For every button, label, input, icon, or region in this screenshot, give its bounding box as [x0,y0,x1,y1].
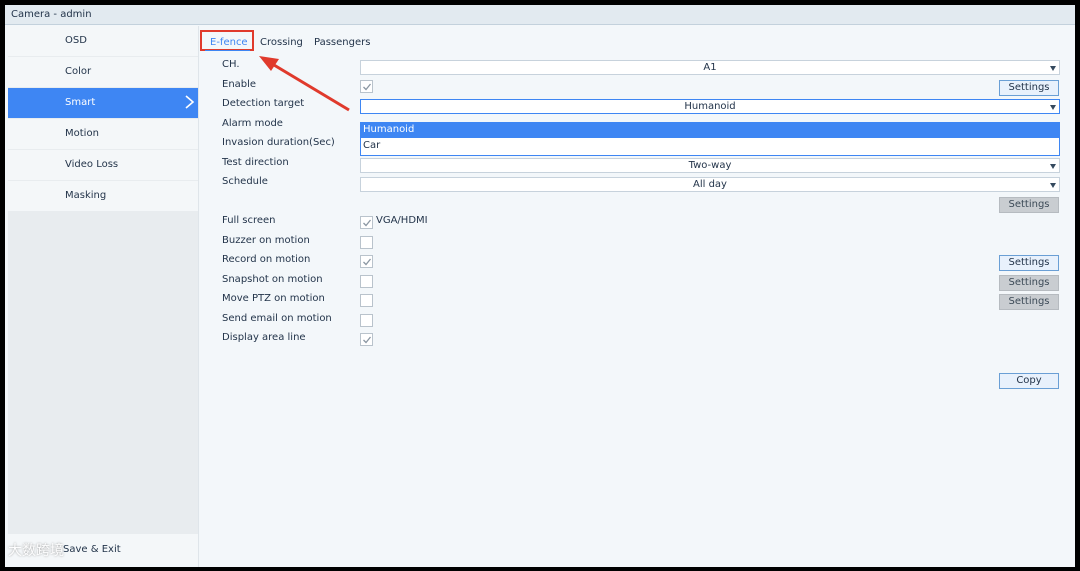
sidebar: OSD Color Smart Motion Video Loss Maskin… [8,26,198,564]
checkmark-icon [363,83,372,91]
detection-target-label: Detection target [222,98,305,109]
sidebar-item-smart[interactable]: Smart [8,88,198,118]
schedule-select[interactable]: All day [360,177,1060,192]
checkmark-icon [363,219,372,227]
schedule-settings-button[interactable]: Settings [999,197,1059,213]
full-screen-label: Full screen [222,215,276,226]
move-ptz-checkbox[interactable] [360,294,373,307]
detection-target-value: Humanoid [684,101,736,112]
sidebar-item-label: Masking [65,190,107,201]
caret-down-icon [1050,164,1056,169]
full-screen-checkbox[interactable] [360,216,373,229]
snapshot-checkbox[interactable] [360,275,373,288]
enable-label: Enable [222,79,257,90]
sidebar-item-osd[interactable]: OSD [8,26,198,56]
chevron-right-icon [185,95,195,109]
sidebar-item-masking[interactable]: Masking [8,181,198,211]
checkmark-icon [363,336,372,344]
test-direction-label: Test direction [222,157,289,168]
test-direction-select[interactable]: Two-way [360,158,1060,173]
enable-settings-button[interactable]: Settings [999,80,1059,96]
buzzer-checkbox[interactable] [360,236,373,249]
record-label: Record on motion [222,254,311,265]
caret-down-icon [1050,66,1056,71]
move-ptz-settings-button[interactable]: Settings [999,294,1059,310]
checkmark-icon [363,258,372,266]
detection-target-dropdown: Humanoid Car [360,122,1060,156]
dropdown-option-car[interactable]: Car [361,139,1059,154]
sidebar-item-label: Motion [65,128,99,139]
enable-checkbox[interactable] [360,80,373,93]
caret-down-icon [1050,105,1056,110]
ch-label: CH. [222,59,240,70]
ch-value: A1 [703,62,717,73]
test-direction-value: Two-way [688,160,732,171]
dropdown-option-label: Car [363,140,381,151]
schedule-label: Schedule [222,176,268,187]
caret-down-icon [1050,183,1056,188]
main-panel: E-fence Crossing Passengers CH. A1 Enabl… [198,26,1076,567]
invasion-duration-label: Invasion duration(Sec) [222,137,335,148]
window-title: Camera - admin [11,9,92,20]
sidebar-item-motion[interactable]: Motion [8,119,198,149]
record-settings-button[interactable]: Settings [999,255,1059,271]
move-ptz-label: Move PTZ on motion [222,293,325,304]
camera-settings-window: Camera - admin OSD Color Smart Motion Vi… [5,5,1075,567]
title-bar: Camera - admin [5,5,1075,25]
display-area-line-label: Display area line [222,332,306,343]
full-screen-suffix: VGA/HDMI [376,215,428,226]
watermark-logo: 大数跨境 [8,543,64,559]
schedule-value: All day [693,179,727,190]
send-email-checkbox[interactable] [360,314,373,327]
sidebar-item-label: Smart [65,97,96,108]
buzzer-label: Buzzer on motion [222,235,310,246]
copy-button[interactable]: Copy [999,373,1059,389]
dropdown-option-label: Humanoid [363,124,415,135]
send-email-label: Send email on motion [222,313,332,324]
save-exit-label: Save & Exit [63,544,121,555]
sidebar-item-color[interactable]: Color [8,57,198,87]
detection-target-select[interactable]: Humanoid [360,99,1060,114]
ch-select[interactable]: A1 [360,60,1060,75]
sidebar-item-label: OSD [65,35,87,46]
snapshot-label: Snapshot on motion [222,274,323,285]
alarm-mode-label: Alarm mode [222,118,283,129]
sidebar-item-video-loss[interactable]: Video Loss [8,150,198,180]
record-checkbox[interactable] [360,255,373,268]
dropdown-option-humanoid[interactable]: Humanoid [361,123,1059,138]
snapshot-settings-button[interactable]: Settings [999,275,1059,291]
sidebar-item-label: Video Loss [65,159,119,170]
display-area-line-checkbox[interactable] [360,333,373,346]
sidebar-item-label: Color [65,66,92,77]
